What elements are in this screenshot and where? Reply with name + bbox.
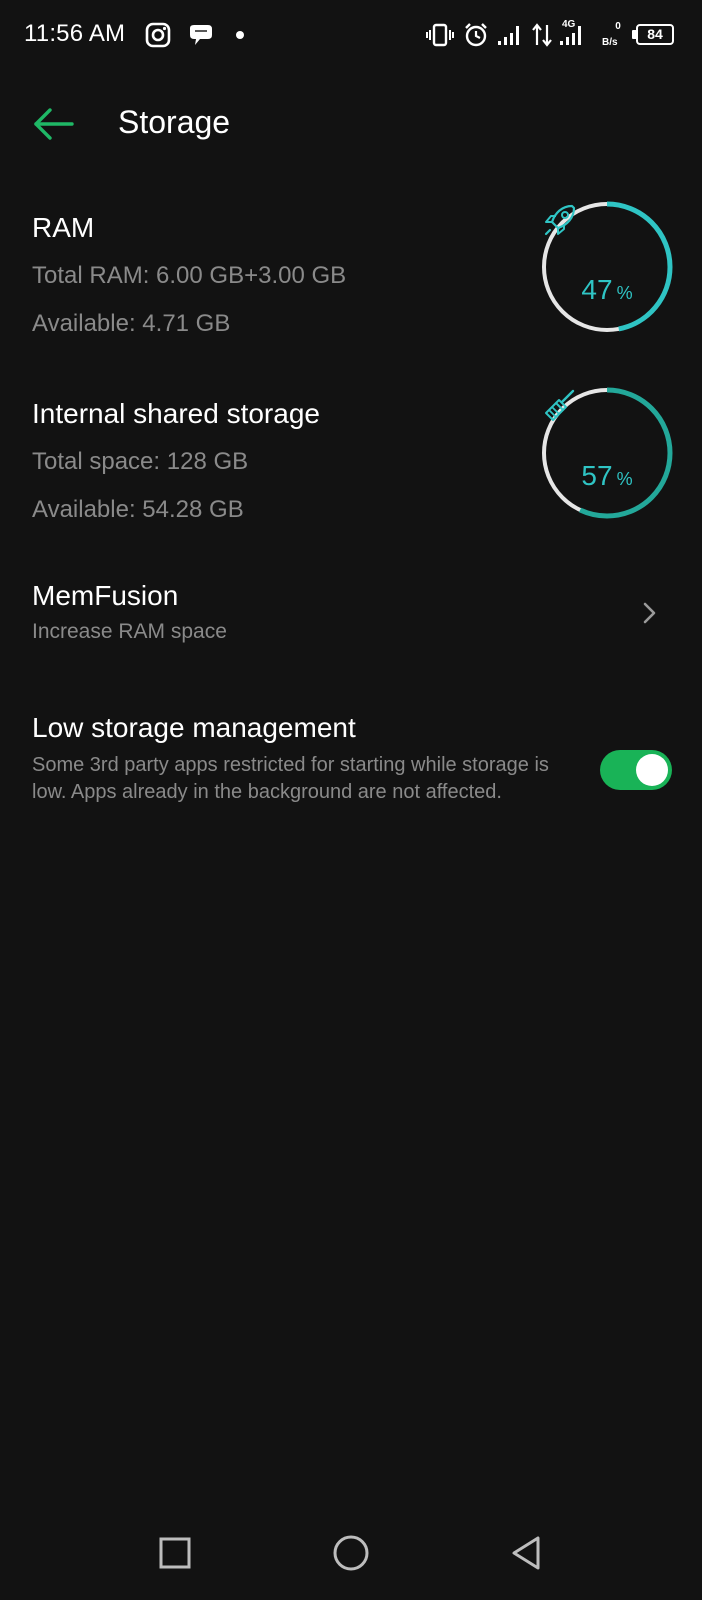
rocket-icon — [544, 204, 576, 236]
home-circle-icon — [333, 1535, 369, 1571]
speed-value: 0 — [615, 21, 621, 32]
app-header: Storage — [0, 86, 702, 162]
back-triangle-icon — [512, 1536, 540, 1570]
back-nav-button[interactable] — [504, 1530, 550, 1576]
ram-total: Total RAM: 6.00 GB+3.00 GB — [32, 262, 347, 289]
storage-percent-sign: % — [616, 469, 633, 489]
instagram-icon — [144, 20, 172, 50]
arrow-left-icon — [34, 108, 74, 140]
storage-available: Available: 54.28 GB — [32, 496, 244, 523]
recents-button[interactable] — [152, 1530, 198, 1576]
back-button[interactable] — [28, 100, 84, 148]
network-type-label: 4G — [562, 19, 576, 30]
storage-title: Internal shared storage — [32, 398, 320, 429]
home-button[interactable] — [328, 1530, 374, 1576]
ram-title: RAM — [32, 212, 95, 243]
low-storage-toggle[interactable] — [600, 750, 672, 790]
toggle-knob — [636, 754, 668, 786]
broom-icon — [545, 389, 575, 421]
recents-square-icon — [159, 1537, 191, 1569]
ram-available: Available: 4.71 GB — [32, 310, 231, 337]
storage-gauge: 57% — [540, 386, 674, 520]
signal-icon — [496, 20, 526, 50]
battery-icon: 84 — [636, 24, 674, 45]
low-storage-row: Low storage management Some 3rd party ap… — [0, 706, 702, 846]
storage-percent-value: 57 — [581, 460, 613, 491]
navigation-bar — [0, 1500, 702, 1600]
speed-unit: B/s — [602, 37, 618, 48]
low-storage-title: Low storage management — [32, 712, 356, 743]
storage-total: Total space: 128 GB — [32, 448, 249, 475]
alarm-icon — [462, 20, 490, 50]
chat-bubble-icon — [186, 20, 216, 50]
storage-percent: 57% — [540, 460, 674, 492]
ram-percent-sign: % — [616, 283, 633, 303]
dot-icon — [234, 20, 246, 50]
ram-row[interactable]: RAM Total RAM: 6.00 GB+3.00 GB Available… — [0, 200, 702, 350]
status-bar: 11:56 AM 4G 0 B/s 84 — [0, 0, 702, 72]
memfusion-subtitle: Increase RAM space — [32, 620, 227, 643]
memfusion-title: MemFusion — [32, 580, 179, 611]
ram-percent: 47% — [540, 274, 674, 306]
ram-gauge: 47% — [540, 200, 674, 334]
storage-row[interactable]: Internal shared storage Total space: 128… — [0, 386, 702, 536]
chevron-right-icon — [643, 602, 656, 624]
vibrate-icon — [426, 20, 454, 50]
page-title: Storage — [118, 104, 231, 140]
memfusion-row[interactable]: MemFusion Increase RAM space — [0, 570, 702, 660]
data-arrows-icon — [530, 20, 554, 50]
battery-level: 84 — [647, 26, 663, 42]
ram-percent-value: 47 — [581, 274, 613, 305]
low-storage-description: Some 3rd party apps restricted for start… — [32, 754, 549, 803]
status-time: 11:56 AM — [24, 20, 126, 47]
